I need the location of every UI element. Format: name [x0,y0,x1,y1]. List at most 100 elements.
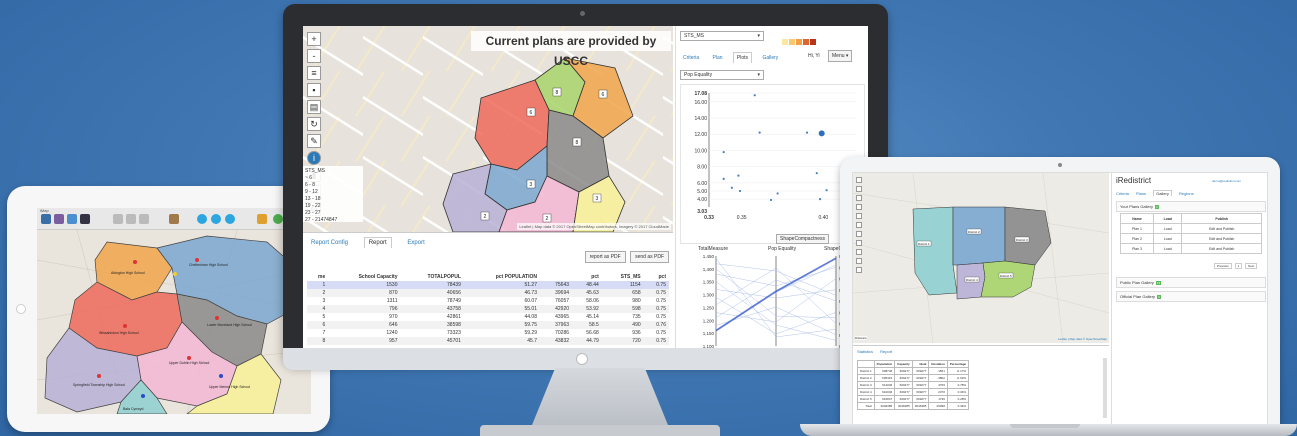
table-row[interactable]: 5 970 42861 44.08 43965 45.14 735 0.75 [307,313,669,321]
tab-report[interactable]: Report [363,237,392,248]
send-pdf-button[interactable]: send as PDF [630,251,669,263]
official-plans-section[interactable]: Official Plan Gallery 0 [1116,291,1266,302]
scatter-plot[interactable]: 4.00 5.00 6.00 8.00 10.00 12.00 14.00 16.00 17.0… [681,85,866,233]
column-header[interactable] [857,360,875,368]
tab-report[interactable]: Report [880,349,892,354]
save-icon[interactable] [856,204,862,210]
column-header[interactable]: Publish [1181,213,1262,224]
highlighted-point[interactable] [818,130,825,137]
ok-icon[interactable] [273,214,283,224]
laptop-map[interactable]: District 1 District 2 District 3 Distric… [853,173,1109,343]
table-row[interactable]: 6 646 38598 59.75 37963 58.5 490 0.76 [307,321,669,329]
table-row[interactable]: District 1 608746 609277 609277 -1561 -0.17% [857,367,970,375]
table-row[interactable]: 4 796 43758 55.01 42920 53.92 598 0.75 [307,305,669,313]
tab-gallery[interactable]: Gallery [1153,190,1172,196]
tab-plan[interactable]: Plan [710,53,726,63]
scatter-point[interactable] [758,131,761,134]
table-row[interactable]: 1 1530 78439 51.27 75643 48.44 1154 0.75 [307,281,669,289]
scatter-point[interactable] [738,189,742,193]
pencil-icon[interactable]: ✎ [307,134,321,148]
column-header[interactable]: Name [1119,213,1155,224]
print-icon[interactable]: ▤ [307,100,321,114]
layers-icon[interactable] [856,195,862,201]
scrollbar[interactable] [1103,358,1107,418]
column-header[interactable]: Capacity [894,360,913,368]
table-row[interactable]: District 2 605415 609277 609277 -3862 -0.63% [857,374,970,382]
trash-icon[interactable] [856,249,862,255]
table-row[interactable]: 8 957 45701 45.7 43832 44.79 720 0.75 [307,337,669,345]
table-row[interactable]: Total 3046385 3046385 3046385 20998 0.34% [857,402,970,410]
grid-icon[interactable] [113,214,123,224]
table-row[interactable]: District 5 610847 609277 609277 1736 0.28% [857,395,970,403]
column-header[interactable]: Population [873,360,896,368]
save-icon[interactable]: ▪ [307,83,321,97]
layer-select[interactable]: STS_MS ▾ [680,31,764,41]
tab-report-config[interactable]: Report Config [307,238,352,248]
zoom-out-button[interactable] [856,186,862,192]
column-header[interactable]: Ideal [911,360,930,368]
pencil-icon[interactable] [257,214,267,224]
folder-icon[interactable] [41,214,51,224]
column-header[interactable]: pct POPULATION [464,267,540,281]
settings-icon[interactable] [856,267,862,273]
scatter-point[interactable] [815,172,818,175]
tab-plans[interactable]: Plans [1136,191,1146,196]
menu-button[interactable]: Menu ▾ [828,50,853,62]
globe-icon[interactable] [197,214,207,224]
your-plans-section[interactable]: Your Plans Gallery 3 [1116,201,1266,212]
check-icon[interactable] [856,258,862,264]
tab-plots[interactable]: Plots [732,52,753,63]
color-swatch[interactable] [796,39,802,45]
tab-gallery[interactable]: Gallery [759,53,781,63]
column-header[interactable]: me [307,267,328,281]
scatter-point[interactable] [722,150,725,154]
tab-regions[interactable]: Regions [1179,191,1194,196]
table-row[interactable]: District 4 610046 609277 609277 2370 0.34% [857,388,970,396]
zoom-out-button[interactable]: - [307,49,321,63]
table-row[interactable]: 3 1311 78749 60.07 76057 58.06 980 0.75 [307,297,669,305]
column-header[interactable]: pct [572,267,602,281]
table-row[interactable]: 2 870 40656 46.73 39694 45.63 658 0.75 [307,289,669,297]
table-row[interactable]: Plan 2 Load Edit and Publish [1119,233,1262,244]
user-email[interactable]: demo@iredistrict.com [1212,179,1241,183]
laptop-district-map[interactable]: District 1 District 2 District 3 Distric… [853,173,1109,343]
column-header[interactable]: School Capacity [328,267,400,281]
settings-icon[interactable] [80,214,90,224]
sync-icon[interactable] [225,214,235,224]
map-icon[interactable] [67,214,77,224]
pencil-icon[interactable] [856,231,862,237]
column-header[interactable]: Percentage [946,360,970,368]
public-plans-section[interactable]: Public Plan Gallery 13 [1116,277,1266,288]
table-row[interactable]: Plan 1 Load Edit and Publish [1119,223,1262,234]
district-blue[interactable] [952,206,1006,266]
chart-icon[interactable] [139,214,149,224]
table-row[interactable]: Plan 3 Load Edit and Publish [1119,243,1262,254]
scatter-point[interactable] [722,177,725,180]
print-icon[interactable] [856,213,862,219]
info-icon[interactable]: i [307,151,321,165]
report-pdf-button[interactable]: report as PDF [584,251,626,263]
scatter-point[interactable] [818,198,822,201]
layers-icon[interactable] [54,214,64,224]
color-swatch[interactable] [789,39,795,45]
refresh-icon[interactable] [211,214,221,224]
tab-criteria[interactable]: Criteria [680,53,702,63]
page-number[interactable]: 1 [1234,263,1243,269]
table-row[interactable]: 7 1240 73323 59.29 70286 56.68 936 0.75 [307,329,669,337]
scatter-point[interactable] [769,198,773,202]
tablet-home-button[interactable] [16,304,26,314]
color-swatch[interactable] [782,39,788,45]
tab-criteria[interactable]: Criteria [1116,191,1129,196]
color-swatch[interactable] [810,39,816,45]
column-header[interactable]: Deviation [928,360,948,368]
tab-statistics[interactable]: Statistics [857,349,873,354]
scatter-point[interactable] [805,131,809,134]
column-header[interactable] [540,267,572,281]
district-teal[interactable] [912,206,958,296]
next-button[interactable]: Next [1245,263,1258,269]
refresh-icon[interactable]: ↻ [307,117,321,131]
tablet-district-map[interactable]: Abington High School Cheltenham High Sch… [37,230,311,414]
zoom-in-button[interactable]: + [307,32,321,46]
column-header[interactable]: TOTALPOPUL [401,267,464,281]
scatter-point[interactable] [730,186,733,189]
